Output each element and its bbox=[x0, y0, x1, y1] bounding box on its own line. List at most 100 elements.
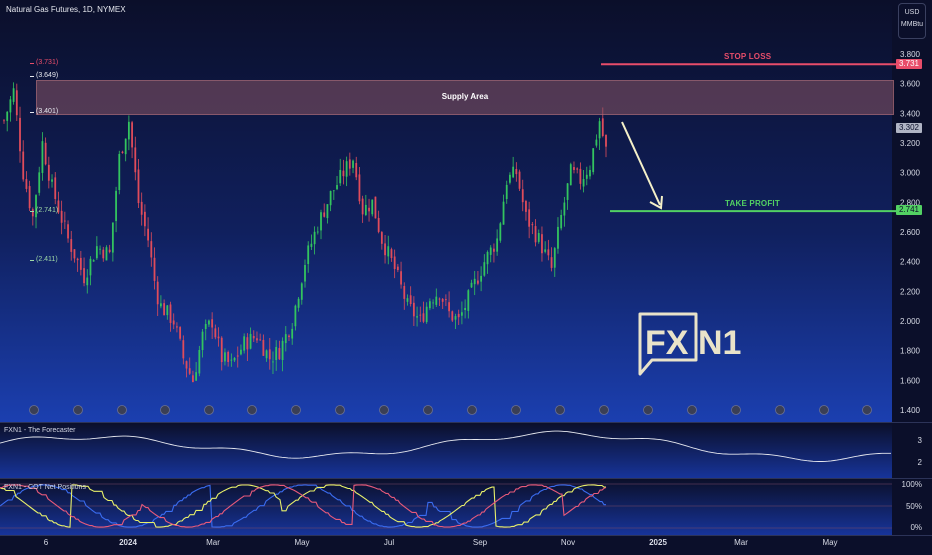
candle-body bbox=[585, 174, 588, 179]
x-tick-label: Mar bbox=[734, 538, 748, 547]
candle-body bbox=[201, 331, 204, 351]
x-tick-label: May bbox=[294, 538, 309, 547]
candle-body bbox=[227, 351, 230, 363]
candle-body bbox=[605, 134, 607, 147]
y-tick-label: 2.000 bbox=[900, 317, 921, 326]
candle-body bbox=[448, 302, 450, 312]
event-marker bbox=[204, 405, 214, 415]
stop-loss-label: STOP LOSS bbox=[724, 52, 772, 61]
candle-body bbox=[368, 207, 370, 212]
candle-body bbox=[92, 260, 95, 262]
event-marker bbox=[73, 405, 83, 415]
candle-body bbox=[518, 171, 521, 189]
event-marker bbox=[467, 405, 477, 415]
candle-body bbox=[83, 268, 85, 284]
candle-body bbox=[192, 375, 194, 383]
candle-body bbox=[22, 151, 25, 180]
supply-area-label: Supply Area bbox=[441, 92, 489, 101]
candle-body bbox=[6, 111, 9, 121]
candle-body bbox=[461, 312, 463, 316]
candle-body bbox=[393, 256, 396, 269]
candle-body bbox=[432, 302, 434, 304]
candle-body bbox=[569, 164, 572, 186]
candle-body bbox=[150, 241, 153, 258]
candle-body bbox=[384, 243, 386, 256]
candle-body bbox=[422, 313, 425, 322]
candle-body bbox=[342, 170, 345, 177]
candle-body bbox=[172, 320, 175, 325]
candle-body bbox=[592, 148, 595, 173]
candle-body bbox=[182, 340, 185, 359]
stop-price-tag: 3.731 bbox=[895, 59, 922, 69]
candle-body bbox=[28, 186, 31, 209]
candle-body bbox=[259, 339, 262, 341]
candle-body bbox=[374, 196, 377, 219]
event-marker bbox=[160, 405, 170, 415]
logo-n1-text: N1 bbox=[698, 324, 741, 362]
candle-body bbox=[416, 316, 418, 318]
candle-body bbox=[493, 248, 495, 252]
candle-body bbox=[419, 314, 422, 316]
event-marker bbox=[687, 405, 697, 415]
candle-body bbox=[579, 168, 582, 184]
candle-body bbox=[44, 142, 47, 165]
candle-body bbox=[409, 295, 412, 305]
candle-body bbox=[143, 211, 146, 227]
y-tick-label: 2.200 bbox=[900, 287, 921, 296]
candle-body bbox=[589, 169, 591, 177]
candle-body bbox=[89, 258, 92, 276]
candle-body bbox=[179, 327, 182, 339]
candle-body bbox=[278, 348, 281, 360]
chart-title: Natural Gas Futures, 1D, NYMEX bbox=[6, 5, 126, 14]
candle-body bbox=[486, 251, 489, 265]
candle-body bbox=[19, 117, 21, 152]
candle-body bbox=[573, 167, 575, 170]
candle-body bbox=[230, 359, 233, 361]
candle-body bbox=[163, 303, 166, 316]
candle-body bbox=[281, 340, 284, 360]
candle-body bbox=[262, 339, 265, 356]
event-marker bbox=[511, 405, 521, 415]
candle-body bbox=[70, 239, 73, 252]
level-label-stop: (3.731) bbox=[29, 59, 59, 66]
candle-body bbox=[204, 324, 207, 330]
candle-body bbox=[316, 231, 319, 233]
event-marker bbox=[335, 405, 345, 415]
level-label-high: (3.649) bbox=[29, 72, 59, 79]
candle-body bbox=[509, 174, 511, 183]
candle-body bbox=[169, 304, 172, 323]
candle-body bbox=[99, 248, 101, 250]
candle-body bbox=[380, 232, 383, 244]
candle-body bbox=[224, 352, 226, 362]
candle-body bbox=[208, 320, 210, 325]
x-tick-label: Mar bbox=[206, 538, 220, 547]
unit-selector[interactable]: USD MMBtu bbox=[898, 3, 926, 39]
candle-body bbox=[534, 226, 537, 243]
event-marker bbox=[819, 405, 829, 415]
x-tick-label: 2025 bbox=[649, 538, 667, 547]
candle-body bbox=[576, 168, 579, 170]
candle-body bbox=[127, 121, 130, 140]
candle-body bbox=[435, 296, 438, 305]
candle-body bbox=[256, 338, 258, 341]
x-tick-label: 2024 bbox=[119, 538, 137, 547]
target-price-tag: 2.741 bbox=[895, 205, 922, 215]
forecaster-tick-3: 3 bbox=[917, 436, 922, 445]
y-tick-label: 3.000 bbox=[900, 169, 921, 178]
candle-body bbox=[544, 249, 547, 252]
candle-body bbox=[217, 336, 220, 339]
event-marker bbox=[555, 405, 565, 415]
candle-body bbox=[326, 204, 329, 219]
event-marker bbox=[29, 405, 39, 415]
x-tick-label: May bbox=[822, 538, 837, 547]
x-tick-label: 6 bbox=[44, 538, 49, 547]
candle-body bbox=[601, 118, 604, 136]
event-marker bbox=[599, 405, 609, 415]
candle-body bbox=[60, 210, 63, 223]
candle-body bbox=[294, 305, 297, 327]
y-tick-label: 1.800 bbox=[900, 347, 921, 356]
y-tick-label: 3.200 bbox=[900, 139, 921, 148]
candle-body bbox=[336, 185, 338, 190]
fxn1-logo: FX N1 bbox=[636, 310, 748, 382]
candle-body bbox=[348, 159, 351, 169]
